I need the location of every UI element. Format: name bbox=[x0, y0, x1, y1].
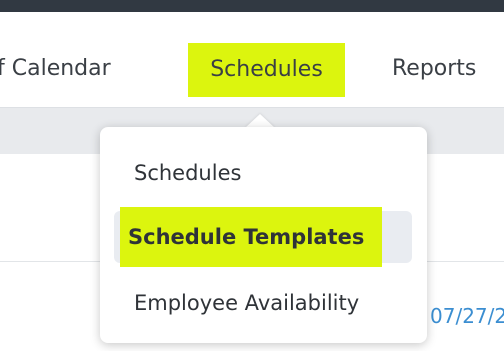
top-bar bbox=[0, 0, 504, 12]
date-link[interactable]: 07/27/2 bbox=[430, 304, 504, 328]
menu-item-label: Schedules bbox=[134, 161, 242, 185]
menu-item-employee-availability[interactable]: Employee Availability bbox=[114, 277, 412, 329]
nav-item-reports[interactable]: Reports bbox=[392, 44, 476, 94]
menu-item-schedules[interactable]: Schedules bbox=[114, 147, 412, 199]
nav-item-schedules[interactable]: Schedules bbox=[188, 43, 345, 97]
menu-item-label: Schedule Templates bbox=[120, 207, 383, 267]
schedules-dropdown-menu: Schedules Schedule Templates Employee Av… bbox=[100, 127, 427, 343]
dropdown-caret bbox=[245, 114, 275, 128]
menu-item-label: Employee Availability bbox=[134, 291, 360, 315]
nav-item-staff-calendar[interactable]: f Calendar bbox=[0, 44, 111, 94]
menu-item-schedule-templates[interactable]: Schedule Templates bbox=[114, 207, 412, 267]
main-nav: f Calendar Schedules Reports bbox=[0, 12, 504, 107]
